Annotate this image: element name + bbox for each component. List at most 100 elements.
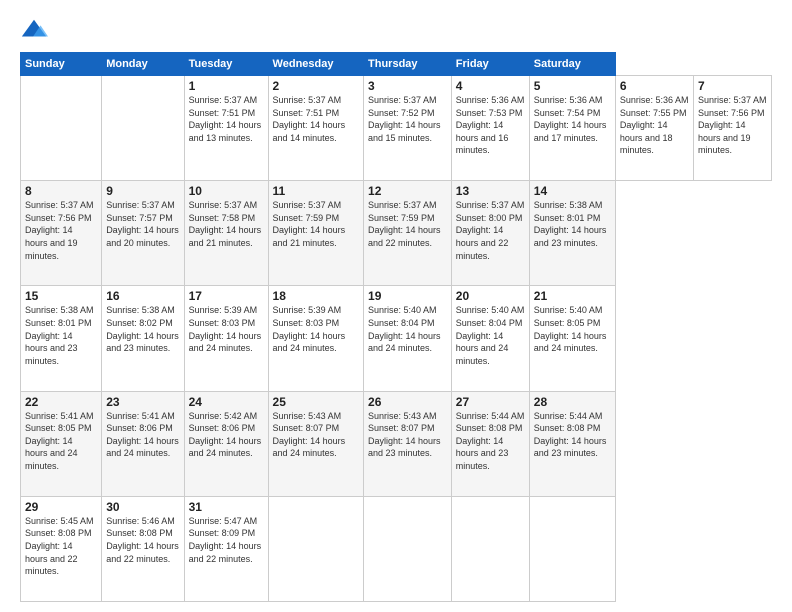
calendar-cell: 25 Sunrise: 5:43 AMSunset: 8:07 PMDaylig… [268,391,363,496]
day-number: 20 [456,289,525,303]
day-number: 28 [534,395,611,409]
calendar-cell: 23 Sunrise: 5:41 AMSunset: 8:06 PMDaylig… [102,391,184,496]
calendar-week-5: 29 Sunrise: 5:45 AMSunset: 8:08 PMDaylig… [21,496,772,601]
day-number: 19 [368,289,447,303]
day-number: 9 [106,184,179,198]
day-info: Sunrise: 5:37 AMSunset: 7:58 PMDaylight:… [189,200,262,248]
calendar-cell: 2 Sunrise: 5:37 AMSunset: 7:51 PMDayligh… [268,76,363,181]
day-info: Sunrise: 5:36 AMSunset: 7:53 PMDaylight:… [456,95,525,155]
calendar-cell: 24 Sunrise: 5:42 AMSunset: 8:06 PMDaylig… [184,391,268,496]
day-number: 21 [534,289,611,303]
day-number: 4 [456,79,525,93]
day-info: Sunrise: 5:37 AMSunset: 7:52 PMDaylight:… [368,95,441,143]
calendar-cell: 19 Sunrise: 5:40 AMSunset: 8:04 PMDaylig… [364,286,452,391]
day-number: 29 [25,500,97,514]
day-info: Sunrise: 5:40 AMSunset: 8:04 PMDaylight:… [456,305,525,365]
calendar-cell: 27 Sunrise: 5:44 AMSunset: 8:08 PMDaylig… [451,391,529,496]
calendar-week-1: 1 Sunrise: 5:37 AMSunset: 7:51 PMDayligh… [21,76,772,181]
calendar-header-wednesday: Wednesday [268,53,363,76]
day-number: 31 [189,500,264,514]
day-number: 8 [25,184,97,198]
calendar-cell [451,496,529,601]
calendar-header-tuesday: Tuesday [184,53,268,76]
day-number: 13 [456,184,525,198]
day-info: Sunrise: 5:42 AMSunset: 8:06 PMDaylight:… [189,411,262,459]
day-info: Sunrise: 5:44 AMSunset: 8:08 PMDaylight:… [456,411,525,471]
calendar: SundayMondayTuesdayWednesdayThursdayFrid… [20,52,772,602]
day-number: 12 [368,184,447,198]
calendar-cell: 5 Sunrise: 5:36 AMSunset: 7:54 PMDayligh… [529,76,615,181]
calendar-cell [102,76,184,181]
calendar-cell: 17 Sunrise: 5:39 AMSunset: 8:03 PMDaylig… [184,286,268,391]
calendar-cell: 11 Sunrise: 5:37 AMSunset: 7:59 PMDaylig… [268,181,363,286]
day-info: Sunrise: 5:37 AMSunset: 7:51 PMDaylight:… [273,95,346,143]
day-info: Sunrise: 5:46 AMSunset: 8:08 PMDaylight:… [106,516,179,564]
calendar-cell: 20 Sunrise: 5:40 AMSunset: 8:04 PMDaylig… [451,286,529,391]
day-info: Sunrise: 5:41 AMSunset: 8:06 PMDaylight:… [106,411,179,459]
calendar-cell: 8 Sunrise: 5:37 AMSunset: 7:56 PMDayligh… [21,181,102,286]
day-info: Sunrise: 5:43 AMSunset: 8:07 PMDaylight:… [273,411,346,459]
day-number: 23 [106,395,179,409]
day-number: 25 [273,395,359,409]
header [20,16,772,44]
calendar-header-row: SundayMondayTuesdayWednesdayThursdayFrid… [21,53,772,76]
day-number: 30 [106,500,179,514]
calendar-cell: 21 Sunrise: 5:40 AMSunset: 8:05 PMDaylig… [529,286,615,391]
day-number: 3 [368,79,447,93]
day-number: 18 [273,289,359,303]
day-info: Sunrise: 5:44 AMSunset: 8:08 PMDaylight:… [534,411,607,459]
day-info: Sunrise: 5:37 AMSunset: 7:51 PMDaylight:… [189,95,262,143]
calendar-cell: 10 Sunrise: 5:37 AMSunset: 7:58 PMDaylig… [184,181,268,286]
calendar-cell: 4 Sunrise: 5:36 AMSunset: 7:53 PMDayligh… [451,76,529,181]
calendar-cell: 1 Sunrise: 5:37 AMSunset: 7:51 PMDayligh… [184,76,268,181]
day-number: 22 [25,395,97,409]
day-number: 10 [189,184,264,198]
day-number: 2 [273,79,359,93]
day-info: Sunrise: 5:43 AMSunset: 8:07 PMDaylight:… [368,411,441,459]
day-info: Sunrise: 5:38 AMSunset: 8:01 PMDaylight:… [534,200,607,248]
calendar-cell: 3 Sunrise: 5:37 AMSunset: 7:52 PMDayligh… [364,76,452,181]
day-info: Sunrise: 5:37 AMSunset: 7:59 PMDaylight:… [368,200,441,248]
day-number: 26 [368,395,447,409]
day-number: 1 [189,79,264,93]
day-info: Sunrise: 5:36 AMSunset: 7:55 PMDaylight:… [620,95,689,155]
calendar-cell: 6 Sunrise: 5:36 AMSunset: 7:55 PMDayligh… [615,76,693,181]
calendar-cell: 9 Sunrise: 5:37 AMSunset: 7:57 PMDayligh… [102,181,184,286]
day-info: Sunrise: 5:39 AMSunset: 8:03 PMDaylight:… [189,305,262,353]
calendar-cell: 13 Sunrise: 5:37 AMSunset: 8:00 PMDaylig… [451,181,529,286]
calendar-header-monday: Monday [102,53,184,76]
day-number: 17 [189,289,264,303]
day-info: Sunrise: 5:40 AMSunset: 8:04 PMDaylight:… [368,305,441,353]
day-info: Sunrise: 5:36 AMSunset: 7:54 PMDaylight:… [534,95,607,143]
calendar-cell: 22 Sunrise: 5:41 AMSunset: 8:05 PMDaylig… [21,391,102,496]
day-info: Sunrise: 5:37 AMSunset: 7:57 PMDaylight:… [106,200,179,248]
day-info: Sunrise: 5:40 AMSunset: 8:05 PMDaylight:… [534,305,607,353]
calendar-week-2: 8 Sunrise: 5:37 AMSunset: 7:56 PMDayligh… [21,181,772,286]
day-info: Sunrise: 5:47 AMSunset: 8:09 PMDaylight:… [189,516,262,564]
calendar-header-thursday: Thursday [364,53,452,76]
day-info: Sunrise: 5:37 AMSunset: 7:59 PMDaylight:… [273,200,346,248]
calendar-cell: 26 Sunrise: 5:43 AMSunset: 8:07 PMDaylig… [364,391,452,496]
day-number: 16 [106,289,179,303]
calendar-cell [268,496,363,601]
day-number: 24 [189,395,264,409]
calendar-cell: 15 Sunrise: 5:38 AMSunset: 8:01 PMDaylig… [21,286,102,391]
day-info: Sunrise: 5:45 AMSunset: 8:08 PMDaylight:… [25,516,94,576]
calendar-cell: 14 Sunrise: 5:38 AMSunset: 8:01 PMDaylig… [529,181,615,286]
calendar-cell [364,496,452,601]
calendar-header-friday: Friday [451,53,529,76]
day-number: 7 [698,79,767,93]
day-info: Sunrise: 5:41 AMSunset: 8:05 PMDaylight:… [25,411,94,471]
calendar-header-saturday: Saturday [529,53,615,76]
day-info: Sunrise: 5:38 AMSunset: 8:01 PMDaylight:… [25,305,94,365]
logo [20,16,52,44]
day-number: 6 [620,79,689,93]
day-number: 27 [456,395,525,409]
calendar-header-sunday: Sunday [21,53,102,76]
day-info: Sunrise: 5:38 AMSunset: 8:02 PMDaylight:… [106,305,179,353]
calendar-cell: 18 Sunrise: 5:39 AMSunset: 8:03 PMDaylig… [268,286,363,391]
day-number: 15 [25,289,97,303]
calendar-cell: 30 Sunrise: 5:46 AMSunset: 8:08 PMDaylig… [102,496,184,601]
day-info: Sunrise: 5:37 AMSunset: 8:00 PMDaylight:… [456,200,525,260]
day-number: 5 [534,79,611,93]
